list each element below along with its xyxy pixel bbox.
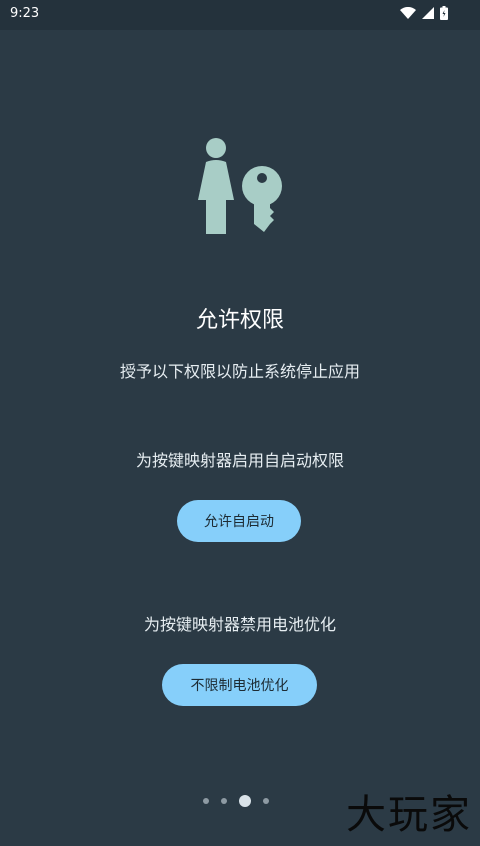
cellular-signal-icon xyxy=(422,7,434,19)
watermark-logo: 大玩家 xyxy=(346,792,472,838)
wifi-icon xyxy=(400,7,416,19)
status-time: 9:23 xyxy=(10,6,40,21)
allow-autostart-button[interactable]: 允许自启动 xyxy=(177,500,301,542)
page-subtitle: 授予以下权限以防止系统停止应用 xyxy=(119,362,360,381)
battery-icon xyxy=(440,6,448,20)
page-dot xyxy=(263,798,269,804)
page-dot-active xyxy=(239,795,251,807)
autostart-description: 为按键映射器启用自启动权限 xyxy=(135,451,344,470)
page-dot xyxy=(221,798,227,804)
status-bar: 9:23 xyxy=(0,0,480,30)
status-icons xyxy=(400,6,448,20)
battery-description: 为按键映射器禁用电池优化 xyxy=(143,615,336,634)
disable-battery-optimization-button[interactable]: 不限制电池优化 xyxy=(162,664,317,706)
person-key-icon xyxy=(192,134,288,238)
page-dot xyxy=(203,798,209,804)
page-title: 允许权限 xyxy=(195,308,284,333)
page-indicator xyxy=(203,795,269,807)
